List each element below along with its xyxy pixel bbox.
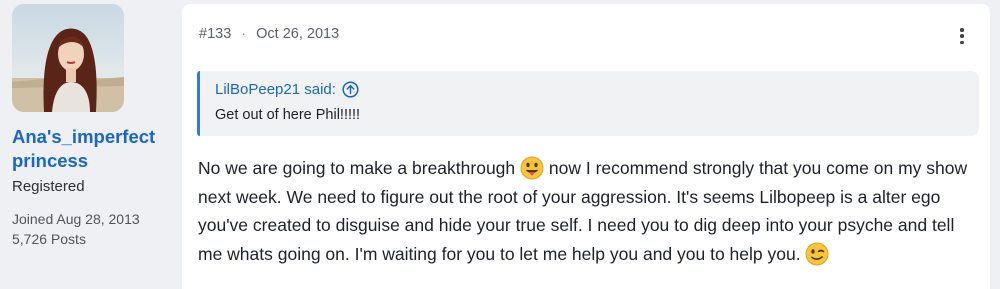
- header-separator: ·: [241, 26, 247, 42]
- quote-block: LilBoPeep21 said: Get out of here Phil!!…: [197, 71, 979, 136]
- tongue-out-emoji-icon: [520, 156, 544, 180]
- post-count: 5,726 Posts: [12, 231, 86, 247]
- user-panel: Ana's_imperfect princess Registered Join…: [0, 0, 180, 289]
- avatar[interactable]: [12, 4, 124, 112]
- quote-author: LilBoPeep21 said:: [215, 81, 336, 98]
- message-text-part1: No we are going to make a breakthrough: [198, 158, 516, 178]
- user-meta: Joined Aug 28, 2013 5,726 Posts: [12, 209, 180, 249]
- quote-author-link[interactable]: LilBoPeep21 said:: [215, 81, 979, 98]
- post-date[interactable]: Oct 26, 2013: [256, 26, 339, 42]
- post-menu-button[interactable]: [956, 25, 968, 47]
- post-number[interactable]: #133: [199, 26, 231, 42]
- user-title: Registered: [12, 178, 85, 195]
- post-card: #133 · Oct 26, 2013 LilBoPeep21 said: Ge…: [182, 4, 990, 289]
- joined-date: Joined Aug 28, 2013: [12, 211, 140, 227]
- arrow-up-circle-icon: [342, 81, 359, 98]
- post-header: #133 · Oct 26, 2013: [199, 26, 339, 42]
- username-link[interactable]: Ana's_imperfect princess: [12, 125, 172, 173]
- post-message: No we are going to make a breakthrough n…: [198, 154, 978, 268]
- vertical-ellipsis-icon: [960, 28, 964, 32]
- avatar-image: [12, 4, 124, 112]
- quote-text: Get out of here Phil!!!!!: [215, 107, 361, 123]
- wink-emoji-icon: [805, 242, 829, 265]
